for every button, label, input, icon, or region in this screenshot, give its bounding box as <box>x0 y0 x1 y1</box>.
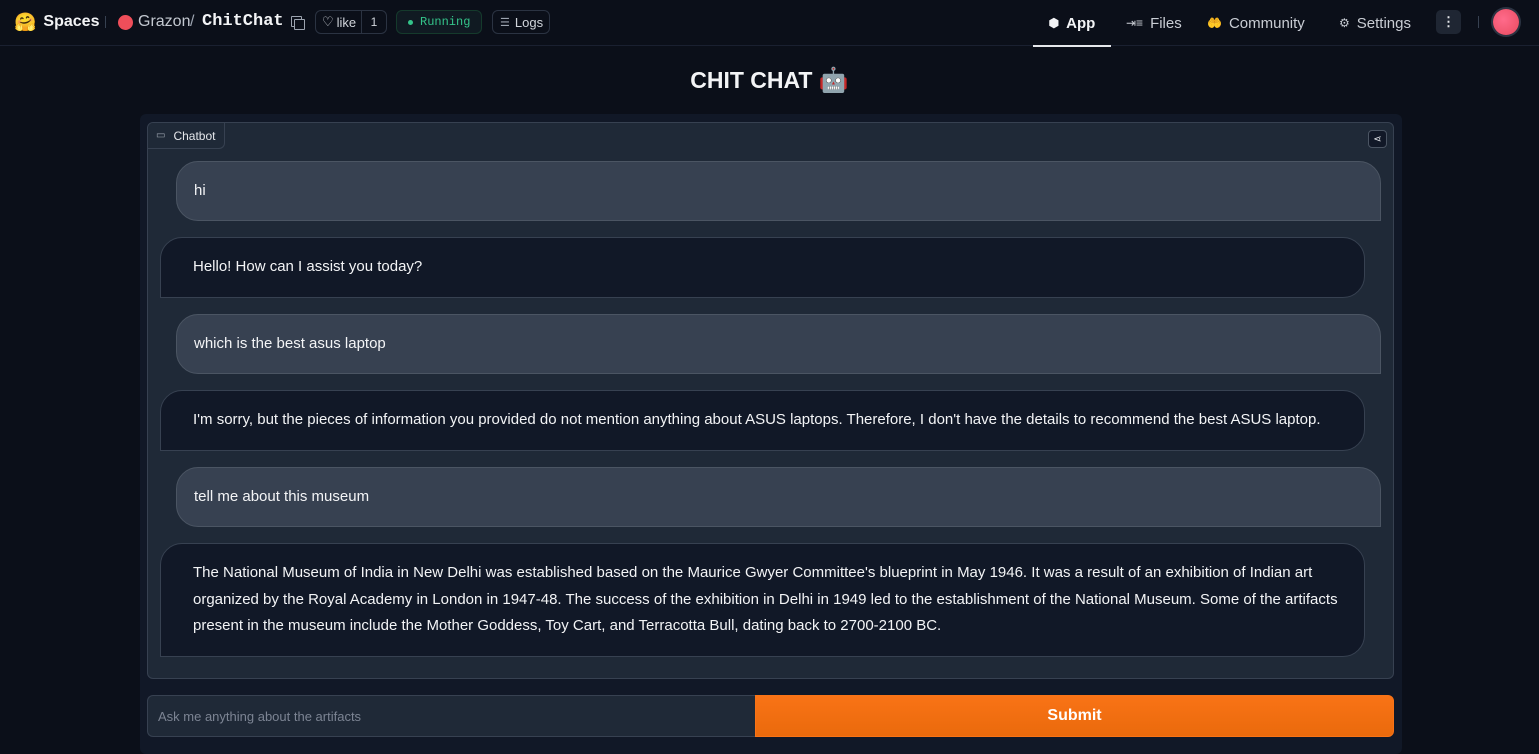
copy-icon[interactable] <box>291 16 305 30</box>
like-button[interactable]: ♡ like 1 <box>315 10 387 34</box>
page-title: CHIT CHAT 🤖 <box>0 66 1539 95</box>
submit-button[interactable]: Submit <box>755 695 1394 737</box>
user-avatar[interactable] <box>1493 9 1519 35</box>
path-separator: / <box>190 13 195 30</box>
bot-message: Hello! How can I assist you today? <box>160 237 1365 298</box>
divider <box>1478 16 1479 28</box>
chatbot-label-text: Chatbot <box>173 128 216 143</box>
space-avatar-icon <box>118 15 133 30</box>
page-title-text: CHIT CHAT <box>690 67 813 93</box>
message-input[interactable] <box>147 695 756 737</box>
tab-app[interactable]: ⬢ App <box>1033 0 1111 47</box>
bot-message: I'm sorry, but the pieces of information… <box>160 390 1365 451</box>
user-message: tell me about this museum <box>176 467 1381 527</box>
more-vertical-icon: ⋮ <box>1442 14 1455 29</box>
hugging-face-logo-icon: 🤗 <box>14 12 37 32</box>
tab-community-label: Community <box>1228 14 1305 32</box>
status-text: Running <box>420 15 471 29</box>
chatbot-label: ▭ Chatbot <box>148 123 226 149</box>
cube-icon: ⬢ <box>1048 16 1060 30</box>
tab-settings[interactable]: ⚙ Settings <box>1339 0 1411 46</box>
status-badge: Running <box>396 10 482 34</box>
logs-icon: ☰ <box>500 16 510 29</box>
top-bar: 🤗 Spaces Grazon / ChitChat ♡ like 1 Runn… <box>0 0 1539 47</box>
chatbot-panel[interactable]: ▭ Chatbot ⋖ hi Hello! How can I assist y… <box>147 122 1394 679</box>
user-message: hi <box>176 161 1381 221</box>
bot-message: The National Museum of India in New Delh… <box>160 543 1365 657</box>
community-icon: 🤲 <box>1207 16 1222 30</box>
status-dot-icon <box>408 19 413 25</box>
heart-icon: ♡ <box>322 14 334 29</box>
robot-icon: 🤖 <box>818 67 849 94</box>
tab-settings-label: Settings <box>1356 14 1411 32</box>
logs-button[interactable]: ☰ Logs <box>492 10 550 34</box>
share-icon: ⋖ <box>1373 133 1382 145</box>
like-label: like <box>336 14 357 30</box>
files-icon: ⇥≡ <box>1126 16 1144 30</box>
spaces-home-link[interactable]: 🤗 Spaces <box>14 12 99 32</box>
tab-app-label: App <box>1066 14 1096 32</box>
tab-files[interactable]: ⇥≡ Files <box>1126 0 1182 46</box>
tab-community[interactable]: 🤲 Community <box>1207 0 1305 46</box>
gear-icon: ⚙ <box>1339 16 1350 30</box>
chat-icon: ▭ <box>156 130 166 141</box>
repo-name-link[interactable]: ChitChat <box>202 12 284 31</box>
tab-files-label: Files <box>1150 14 1182 32</box>
spaces-label: Spaces <box>43 13 100 30</box>
user-message: which is the best asus laptop <box>176 314 1381 374</box>
like-count[interactable]: 1 <box>361 11 386 33</box>
more-options-button[interactable]: ⋮ <box>1436 10 1461 34</box>
owner-link[interactable]: Grazon <box>138 13 190 31</box>
share-button[interactable]: ⋖ <box>1368 130 1387 148</box>
divider <box>105 16 106 28</box>
logs-label: Logs <box>514 14 544 30</box>
